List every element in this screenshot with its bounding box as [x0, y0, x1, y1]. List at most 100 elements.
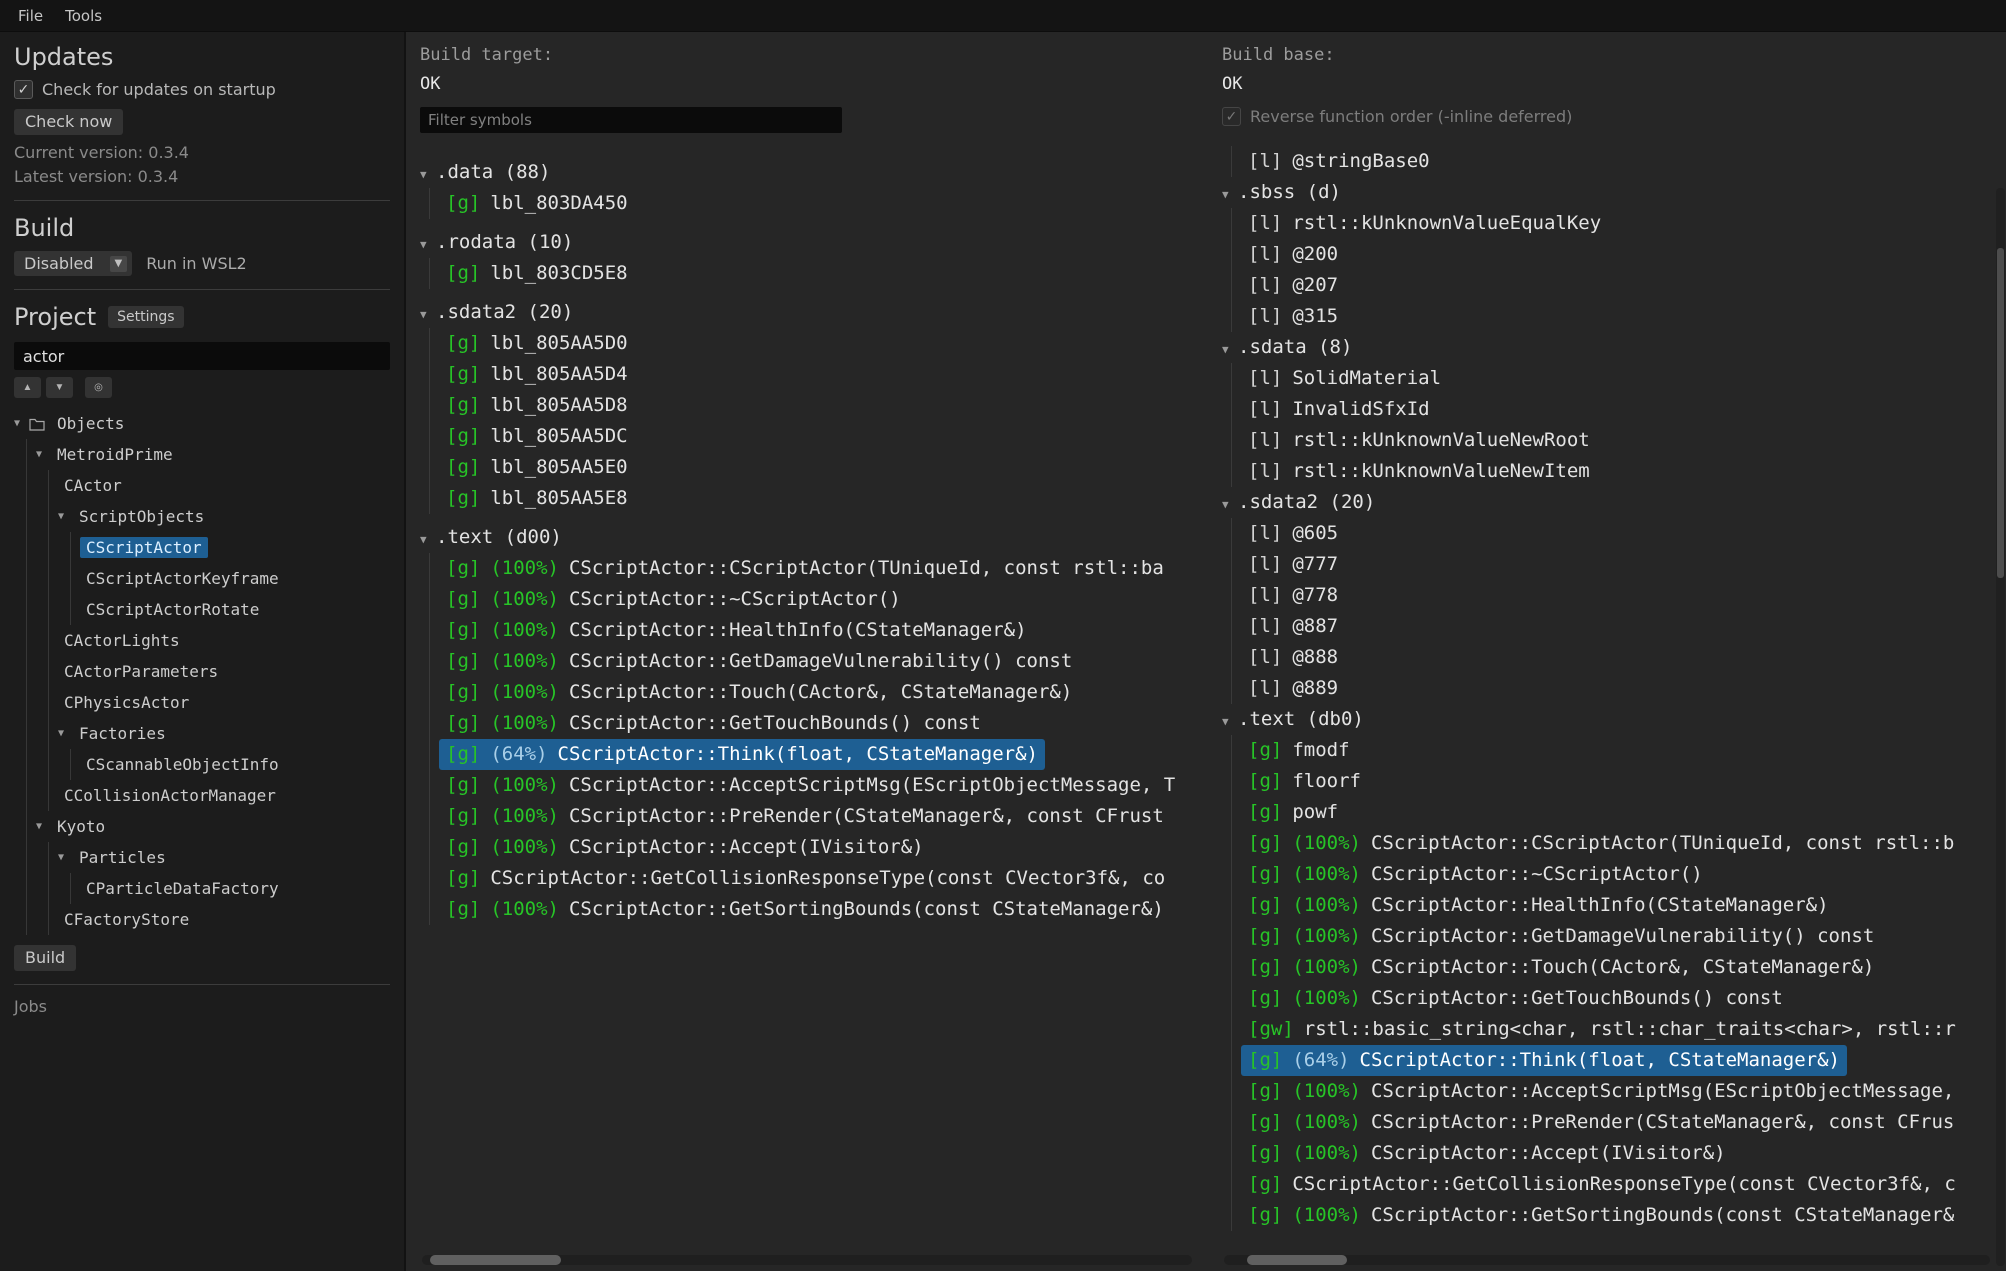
base-hscrollbar[interactable] [1224, 1255, 1990, 1265]
symbol-row[interactable]: [g](100%)CScriptActor::Touch(CActor&, CS… [1248, 952, 2006, 983]
tree-item-Objects[interactable]: ▼Objects [14, 408, 390, 439]
tree-item-CScriptActorRotate[interactable]: CScriptActorRotate [80, 594, 390, 625]
symbol-row[interactable]: [l]@stringBase0 [1248, 146, 2006, 177]
build-mode-row: Disabled ▼ Run in WSL2 [14, 251, 390, 276]
tree-item-Kyoto[interactable]: ▼Kyoto [36, 811, 390, 842]
symbol-row[interactable]: [g]CScriptActor::GetCollisionResponseTyp… [1248, 1169, 2006, 1200]
symbol-row[interactable]: [g](100%)CScriptActor::~CScriptActor() [446, 584, 1208, 615]
symbol-row[interactable]: [g]lbl_805AA5D4 [446, 359, 1208, 390]
tree-item-MetroidPrime[interactable]: ▼MetroidPrime [36, 439, 390, 470]
section-row[interactable]: ▼.text (db0) [1222, 704, 2006, 735]
section-row[interactable]: ▼.data (88) [420, 157, 1208, 188]
section-row[interactable]: ▼.sdata (8) [1222, 332, 2006, 363]
symbol-filter-input[interactable] [420, 107, 842, 133]
section-row[interactable]: ▼.sdata2 (20) [420, 297, 1208, 328]
section-row[interactable]: ▼.text (d00) [420, 522, 1208, 553]
locate-symbol-button[interactable]: ◎ [85, 377, 112, 398]
tree-item-CScriptActor[interactable]: CScriptActor [80, 532, 390, 563]
collapse-all-button[interactable]: ▲ [14, 377, 41, 398]
symbol-row[interactable]: [g](100%)CScriptActor::GetTouchBounds() … [1248, 983, 2006, 1014]
symbol-row[interactable]: [g](100%)CScriptActor::Touch(CActor&, CS… [446, 677, 1208, 708]
symbol-row[interactable]: [g]lbl_805AA5E8 [446, 483, 1208, 514]
symbol-row[interactable]: [g](100%)CScriptActor::GetTouchBounds() … [446, 708, 1208, 739]
updates-checkbox-row[interactable]: ✓ Check for updates on startup [14, 80, 390, 99]
menu-file[interactable]: File [8, 4, 53, 28]
build-button[interactable]: Build [14, 945, 76, 971]
symbol-row[interactable]: [l]@777 [1248, 549, 2006, 580]
symbol-row[interactable]: [l]@889 [1248, 673, 2006, 704]
symbol-row[interactable]: [l]@200 [1248, 239, 2006, 270]
tree-item-ScriptObjects[interactable]: ▼ScriptObjects [58, 501, 390, 532]
symbol-row[interactable]: [g]lbl_805AA5DC [446, 421, 1208, 452]
target-hscrollbar[interactable] [422, 1255, 1192, 1265]
symbol-row[interactable]: [l]rstl::kUnknownValueNewRoot [1248, 425, 2006, 456]
base-hscrollbar-thumb[interactable] [1247, 1255, 1347, 1265]
tree-item-CScriptActorKeyframe[interactable]: CScriptActorKeyframe [80, 563, 390, 594]
symbol-row[interactable]: [g](100%)CScriptActor::Accept(IVisitor&) [446, 832, 1208, 863]
symbol-row[interactable]: [l]InvalidSfxId [1248, 394, 2006, 425]
symbol-row[interactable]: [g](100%)CScriptActor::CScriptActor(TUni… [446, 553, 1208, 584]
check-now-button[interactable]: Check now [14, 109, 123, 135]
symbol-row[interactable]: [gw]rstl::basic_string<char, rstl::char_… [1248, 1014, 2006, 1045]
tree-item-CCollisionActorManager[interactable]: CCollisionActorManager [58, 780, 390, 811]
object-filter-input[interactable] [14, 342, 390, 370]
symbol-row[interactable]: [g](64%)CScriptActor::Think(float, CStat… [1248, 1045, 2006, 1076]
tree-item-label: CScannableObjectInfo [80, 754, 285, 775]
symbol-row[interactable]: [g](100%)CScriptActor::CScriptActor(TUni… [1248, 828, 2006, 859]
menu-tools[interactable]: Tools [55, 4, 112, 28]
symbol-row[interactable]: [g]floorf [1248, 766, 2006, 797]
symbol-row[interactable]: [g](64%)CScriptActor::Think(float, CStat… [446, 739, 1208, 770]
symbol-row[interactable]: [l]rstl::kUnknownValueNewItem [1248, 456, 2006, 487]
tree-item-CActor[interactable]: CActor [58, 470, 390, 501]
symbol-row[interactable]: [g](100%)CScriptActor::HealthInfo(CState… [1248, 890, 2006, 921]
section-row[interactable]: ▼.sdata2 (20) [1222, 487, 2006, 518]
tree-item-CParticleDataFactory[interactable]: CParticleDataFactory [80, 873, 390, 904]
symbol-row[interactable]: [g](100%)CScriptActor::HealthInfo(CState… [446, 615, 1208, 646]
tree-item-CActorLights[interactable]: CActorLights [58, 625, 390, 656]
tree-item-CFactoryStore[interactable]: CFactoryStore [58, 904, 390, 935]
symbol-row[interactable]: [l]@605 [1248, 518, 2006, 549]
symbol-row[interactable]: [g]lbl_803DA450 [446, 188, 1208, 219]
tree-item-CScannableObjectInfo[interactable]: CScannableObjectInfo [80, 749, 390, 780]
tree-item-CPhysicsActor[interactable]: CPhysicsActor [58, 687, 390, 718]
symbol-row[interactable]: [l]@778 [1248, 580, 2006, 611]
checkbox-checked-icon[interactable]: ✓ [1222, 107, 1241, 126]
symbol-row[interactable]: [g](100%)CScriptActor::PreRender(CStateM… [1248, 1107, 2006, 1138]
symbol-row[interactable]: [g](100%)CScriptActor::AcceptScriptMsg(E… [446, 770, 1208, 801]
symbol-row[interactable]: [g]lbl_805AA5D8 [446, 390, 1208, 421]
section-row[interactable]: ▼.sbss (d) [1222, 177, 2006, 208]
symbol-row[interactable]: [g]powf [1248, 797, 2006, 828]
build-mode-dropdown[interactable]: Disabled ▼ [14, 251, 132, 276]
tree-item-Particles[interactable]: ▼Particles [58, 842, 390, 873]
target-hscrollbar-thumb[interactable] [430, 1255, 561, 1265]
symbol-row[interactable]: [g]lbl_805AA5E0 [446, 452, 1208, 483]
symbol-row[interactable]: [g](100%)CScriptActor::GetDamageVulnerab… [446, 646, 1208, 677]
symbol-row[interactable]: [l]@315 [1248, 301, 2006, 332]
symbol-row[interactable]: [g]CScriptActor::GetCollisionResponseTyp… [446, 863, 1208, 894]
symbol-row[interactable]: [g](100%)CScriptActor::AcceptScriptMsg(E… [1248, 1076, 2006, 1107]
tree-item-CActorParameters[interactable]: CActorParameters [58, 656, 390, 687]
expand-all-button[interactable]: ▼ [46, 377, 73, 398]
tree-item-Factories[interactable]: ▼Factories [58, 718, 390, 749]
checkbox-checked-icon[interactable]: ✓ [14, 80, 33, 99]
reverse-order-checkbox-row[interactable]: ✓ Reverse function order (-inline deferr… [1222, 107, 2006, 126]
symbol-row[interactable]: [g](100%)CScriptActor::GetDamageVulnerab… [1248, 921, 2006, 952]
symbol-row[interactable]: [l]@207 [1248, 270, 2006, 301]
symbol-row[interactable]: [g](100%)CScriptActor::Accept(IVisitor&) [1248, 1138, 2006, 1169]
symbol-row[interactable]: [g](100%)CScriptActor::GetSortingBounds(… [446, 894, 1208, 925]
symbol-row[interactable]: [l]rstl::kUnknownValueEqualKey [1248, 208, 2006, 239]
symbol-name: CScriptActor::GetSortingBounds(const CSt… [1371, 1204, 1954, 1226]
symbol-row[interactable]: [l]@888 [1248, 642, 2006, 673]
project-settings-button[interactable]: Settings [108, 306, 183, 328]
symbol-row[interactable]: [g]lbl_805AA5D0 [446, 328, 1208, 359]
symbol-row[interactable]: [g]fmodf [1248, 735, 2006, 766]
vertical-scrollbar[interactable] [1996, 188, 2005, 1266]
symbol-row[interactable]: [g]lbl_803CD5E8 [446, 258, 1208, 289]
symbol-row[interactable]: [g](100%)CScriptActor::GetSortingBounds(… [1248, 1200, 2006, 1231]
symbol-row[interactable]: [g](100%)CScriptActor::PreRender(CStateM… [446, 801, 1208, 832]
vertical-scrollbar-thumb[interactable] [1997, 248, 2004, 578]
symbol-row[interactable]: [g](100%)CScriptActor::~CScriptActor() [1248, 859, 2006, 890]
symbol-row[interactable]: [l]SolidMaterial [1248, 363, 2006, 394]
section-row[interactable]: ▼.rodata (10) [420, 227, 1208, 258]
symbol-row[interactable]: [l]@887 [1248, 611, 2006, 642]
